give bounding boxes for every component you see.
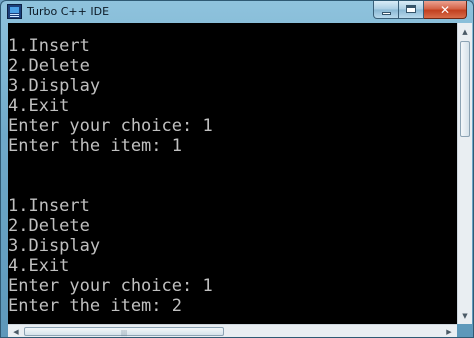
console-window: Turbo C++ IDE ✕ 1.Insert 2.Delete 3.Disp… bbox=[0, 0, 474, 338]
console-line: Enter your choice: 1 bbox=[8, 116, 213, 136]
console-line: Enter the item: 2 bbox=[8, 296, 182, 316]
caption-buttons: ✕ bbox=[373, 1, 467, 20]
scroll-up-arrow-icon[interactable]: ▲ bbox=[458, 24, 472, 39]
horizontal-scroll-thumb[interactable]: ||| bbox=[24, 327, 224, 337]
console-line: 4.Exit bbox=[8, 256, 70, 276]
scroll-down-arrow-icon[interactable]: ▼ bbox=[458, 308, 472, 323]
maximize-button[interactable] bbox=[399, 1, 424, 19]
close-button[interactable]: ✕ bbox=[424, 1, 467, 19]
console-line: 1.Insert bbox=[8, 36, 90, 56]
maximize-icon bbox=[406, 5, 416, 13]
console-line: 2.Delete bbox=[8, 56, 90, 76]
console-output[interactable]: 1.Insert 2.Delete 3.Display 4.Exit Enter… bbox=[8, 23, 457, 324]
window-title: Turbo C++ IDE bbox=[27, 5, 110, 18]
vertical-scroll-thumb[interactable] bbox=[460, 41, 470, 137]
horizontal-scrollbar[interactable]: ◀ ||| ▶ bbox=[8, 324, 457, 337]
title-bar[interactable]: Turbo C++ IDE ✕ bbox=[1, 1, 473, 23]
minimize-button[interactable] bbox=[373, 1, 399, 19]
close-icon: ✕ bbox=[439, 2, 451, 17]
scroll-left-arrow-icon[interactable]: ◀ bbox=[9, 325, 23, 337]
console-line: 2.Delete bbox=[8, 216, 90, 236]
minimize-icon bbox=[382, 12, 391, 15]
console-line: 3.Display bbox=[8, 236, 101, 256]
console-line: Enter the item: 1 bbox=[8, 136, 182, 156]
scroll-right-arrow-icon[interactable]: ▶ bbox=[442, 325, 456, 337]
console-line: 4.Exit bbox=[8, 96, 70, 116]
vertical-scrollbar[interactable]: ▲ ▼ bbox=[457, 23, 472, 324]
console-line: 1.Insert bbox=[8, 196, 90, 216]
console-line: 3.Display bbox=[8, 76, 101, 96]
console-line: Enter your choice: 1 bbox=[8, 276, 213, 296]
scroll-grip-icon: ||| bbox=[121, 330, 128, 337]
turbo-cpp-app-icon[interactable] bbox=[7, 4, 22, 19]
